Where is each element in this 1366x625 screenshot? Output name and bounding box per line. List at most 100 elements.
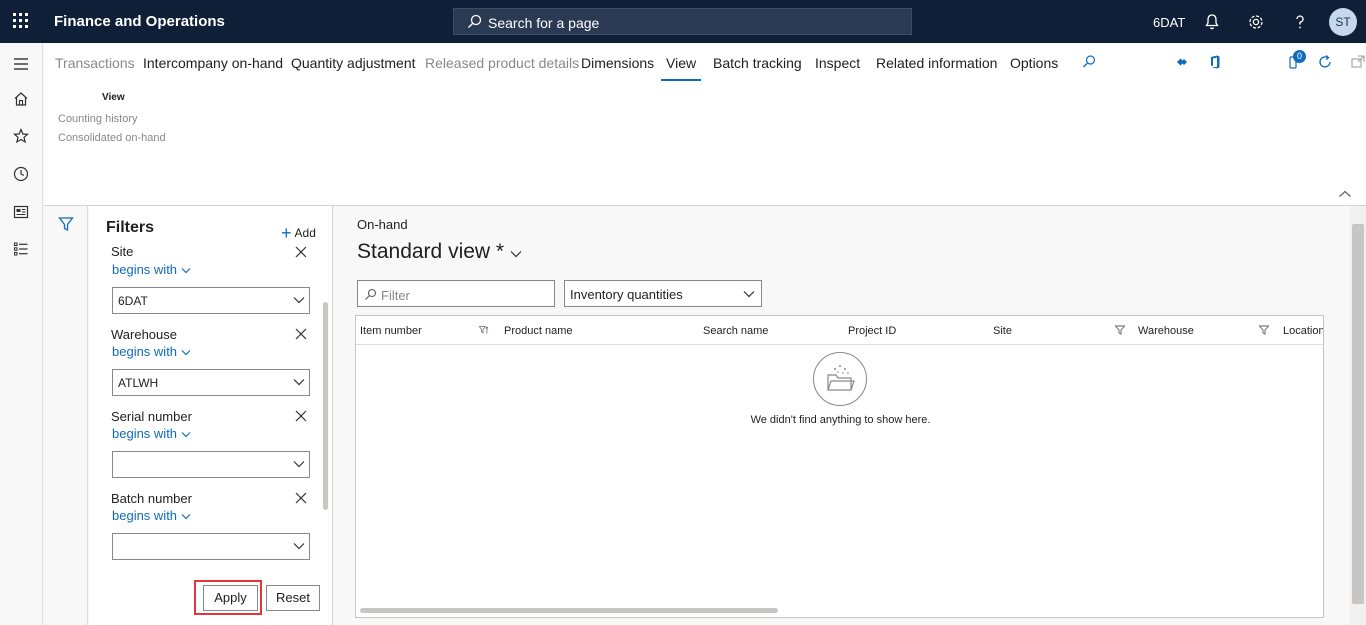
grid-filter-placeholder: Filter bbox=[381, 288, 410, 303]
view-selector[interactable]: Standard view * bbox=[357, 240, 522, 264]
tab-view[interactable]: View bbox=[660, 55, 702, 81]
filter-pane-scrollbar[interactable] bbox=[323, 302, 328, 510]
sort-filter-icon[interactable] bbox=[479, 325, 489, 335]
grid-filter-input[interactable]: Filter bbox=[357, 280, 555, 307]
filter-strip bbox=[44, 206, 88, 625]
help-icon[interactable] bbox=[1290, 12, 1310, 32]
filter-warehouse-operator[interactable]: begins with bbox=[112, 344, 191, 359]
tab-related-information[interactable]: Related information bbox=[876, 55, 997, 71]
column-product-name[interactable]: Product name bbox=[504, 325, 572, 337]
search-icon bbox=[365, 288, 377, 300]
filter-batch-number-operator[interactable]: begins with bbox=[112, 508, 191, 523]
chevron-down-icon bbox=[181, 432, 191, 438]
reset-button[interactable]: Reset bbox=[266, 585, 320, 611]
filter-serial-number-operator[interactable]: begins with bbox=[112, 426, 191, 441]
tab-options[interactable]: Options bbox=[1010, 55, 1058, 71]
empty-state-message: We didn't find anything to show here. bbox=[750, 414, 931, 426]
app-launcher-icon[interactable] bbox=[13, 13, 29, 29]
tab-transactions[interactable]: Transactions bbox=[55, 55, 135, 71]
filter-serial-number-label: Serial number bbox=[111, 409, 192, 424]
empty-state-illustration bbox=[813, 352, 867, 406]
chevron-down-icon bbox=[181, 268, 191, 274]
filter-warehouse-operator-label: begins with bbox=[112, 344, 178, 359]
site-filter-input[interactable]: 6DAT bbox=[112, 287, 310, 314]
chevron-down-icon bbox=[510, 251, 522, 258]
tab-quantity-adjustment[interactable]: Quantity adjustment bbox=[291, 55, 416, 71]
hamburger-icon[interactable] bbox=[12, 55, 30, 73]
workspaces-icon[interactable] bbox=[12, 203, 30, 221]
menu-counting-history[interactable]: Counting history bbox=[58, 113, 138, 125]
column-filter-icon[interactable] bbox=[1259, 325, 1269, 335]
power-apps-icon[interactable] bbox=[1173, 53, 1191, 71]
tab-dimensions[interactable]: Dimensions bbox=[581, 55, 654, 71]
tab-batch-tracking[interactable]: Batch tracking bbox=[713, 55, 802, 71]
column-warehouse[interactable]: Warehouse bbox=[1138, 325, 1194, 337]
notification-count-badge: 0 bbox=[1293, 50, 1306, 63]
action-group-title: View bbox=[102, 92, 125, 103]
filter-site-operator[interactable]: begins with bbox=[112, 262, 191, 277]
avatar[interactable]: ST bbox=[1329, 8, 1357, 36]
collapse-action-pane-icon[interactable] bbox=[1338, 189, 1352, 199]
recent-clock-icon[interactable] bbox=[12, 165, 30, 183]
on-hand-grid: Item number Product name Search name Pro… bbox=[355, 315, 1324, 618]
inventory-quantities-select[interactable]: Inventory quantities bbox=[564, 280, 762, 307]
column-item-number[interactable]: Item number bbox=[360, 325, 422, 337]
page-search-box[interactable]: Search for a page bbox=[453, 8, 912, 35]
remove-serial-number-filter-close-icon[interactable] bbox=[294, 409, 308, 423]
filter-pane-title: Filters bbox=[106, 219, 155, 236]
add-filter-button[interactable]: + Add bbox=[281, 221, 316, 243]
app-title[interactable]: Finance and Operations bbox=[54, 13, 225, 30]
action-pane: Transactions Intercompany on-hand Quanti… bbox=[44, 43, 1366, 206]
refresh-icon[interactable] bbox=[1316, 53, 1334, 71]
inventory-quantities-value: Inventory quantities bbox=[570, 287, 683, 302]
tab-intercompany-on-hand[interactable]: Intercompany on-hand bbox=[143, 55, 283, 71]
chevron-down-icon bbox=[181, 514, 191, 520]
site-filter-value: 6DAT bbox=[118, 294, 148, 308]
grid-horizontal-scrollbar[interactable] bbox=[360, 608, 778, 613]
column-search-name[interactable]: Search name bbox=[703, 325, 768, 337]
serial-number-filter-input[interactable] bbox=[112, 451, 310, 478]
filter-serial-number-operator-label: begins with bbox=[112, 426, 178, 441]
apply-button-highlight bbox=[194, 580, 262, 615]
tab-released-product-details[interactable]: Released product details bbox=[425, 55, 579, 71]
warehouse-filter-input[interactable]: ATLWH bbox=[112, 369, 310, 396]
filter-batch-number-operator-label: begins with bbox=[112, 508, 178, 523]
remove-warehouse-filter-close-icon[interactable] bbox=[294, 327, 308, 341]
bell-icon[interactable] bbox=[1202, 12, 1222, 32]
filter-funnel-icon[interactable] bbox=[58, 216, 74, 232]
chevron-down-icon bbox=[293, 543, 305, 550]
remove-site-filter-close-icon[interactable] bbox=[294, 245, 308, 259]
modules-list-icon[interactable] bbox=[12, 240, 30, 258]
page-vertical-scrollbar[interactable] bbox=[1352, 224, 1364, 604]
breadcrumb: On-hand bbox=[357, 217, 408, 232]
empty-folder-icon bbox=[827, 365, 855, 391]
filter-site-label: Site bbox=[111, 244, 134, 259]
star-icon[interactable] bbox=[12, 127, 30, 145]
column-site[interactable]: Site bbox=[993, 325, 1012, 337]
chevron-down-icon bbox=[293, 297, 305, 304]
gear-icon[interactable] bbox=[1246, 12, 1266, 32]
left-navigation bbox=[0, 43, 43, 625]
chevron-down-icon bbox=[743, 291, 755, 298]
home-icon[interactable] bbox=[12, 90, 30, 108]
tab-inspect[interactable]: Inspect bbox=[815, 55, 860, 71]
search-label: Search for a page bbox=[488, 15, 600, 31]
filter-warehouse-label: Warehouse bbox=[111, 327, 177, 342]
open-in-new-window-icon[interactable] bbox=[1349, 53, 1366, 71]
action-search-icon[interactable] bbox=[1080, 53, 1098, 71]
grid-header: Item number Product name Search name Pro… bbox=[356, 316, 1323, 345]
top-bar: Finance and Operations Search for a page… bbox=[0, 0, 1366, 43]
chevron-down-icon bbox=[181, 350, 191, 356]
plus-icon: + bbox=[281, 223, 292, 243]
chevron-down-icon bbox=[293, 461, 305, 468]
office-icon[interactable] bbox=[1206, 53, 1224, 71]
batch-number-filter-input[interactable] bbox=[112, 533, 310, 560]
company-picker[interactable]: 6DAT bbox=[1153, 15, 1185, 30]
menu-consolidated-on-hand[interactable]: Consolidated on-hand bbox=[58, 132, 166, 144]
filter-pane: Filters + Add Site begins with 6DAT Wareh… bbox=[89, 206, 333, 625]
add-filter-label: Add bbox=[294, 226, 316, 240]
remove-batch-number-filter-close-icon[interactable] bbox=[294, 491, 308, 505]
column-project-id[interactable]: Project ID bbox=[848, 325, 896, 337]
column-filter-icon[interactable] bbox=[1115, 325, 1125, 335]
column-location[interactable]: Location bbox=[1283, 325, 1323, 337]
